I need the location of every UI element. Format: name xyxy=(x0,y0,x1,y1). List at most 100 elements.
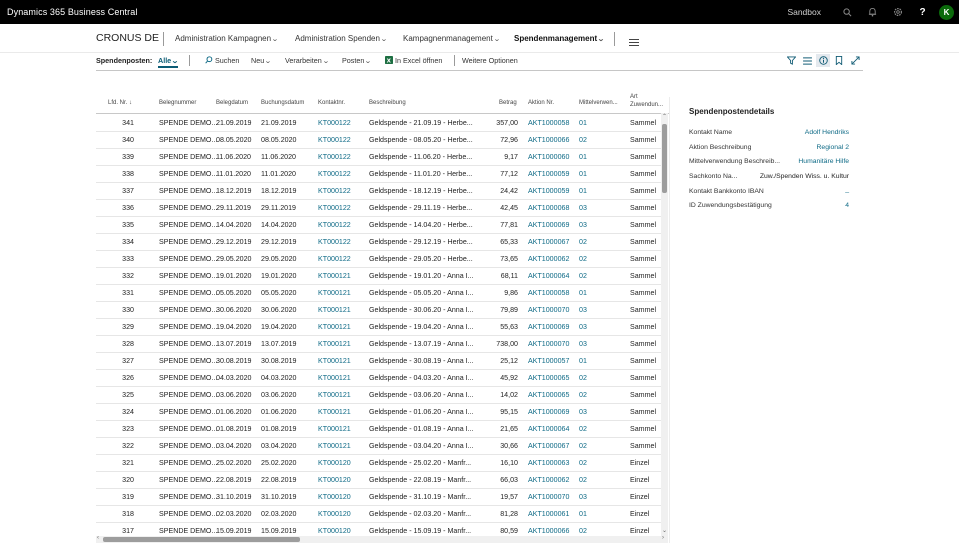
table-row[interactable]: 318 SPENDE DEMO... 02.03.2020 02.03.2020 KT0… xyxy=(96,506,662,523)
cell-kontaktnr[interactable]: KT000122 xyxy=(318,170,351,178)
cell-kontaktnr[interactable]: KT000120 xyxy=(318,459,351,467)
cell-aktion-nr[interactable]: AKT1000070 xyxy=(528,493,569,501)
process-button[interactable]: Verarbeiten⌄ xyxy=(285,56,330,65)
cell-aktion-nr[interactable]: AKT1000062 xyxy=(528,476,569,484)
entries-button[interactable]: Posten⌄ xyxy=(342,56,372,65)
table-row[interactable]: 339 SPENDE DEMO... 11.06.2020 11.06.2020 KT0… xyxy=(96,149,662,166)
cell-mittelverwendung[interactable]: 01 xyxy=(579,119,587,127)
vertical-scrollbar-thumb[interactable] xyxy=(662,124,667,193)
column-header-belegnummer[interactable]: Belegnummer xyxy=(159,100,196,106)
table-row[interactable]: 324 SPENDE DEMO... 01.06.2020 01.06.2020 KT0… xyxy=(96,404,662,421)
cell-mittelverwendung[interactable]: 03 xyxy=(579,204,587,212)
gear-icon[interactable] xyxy=(885,0,910,24)
cell-kontaktnr[interactable]: KT000121 xyxy=(318,306,351,314)
cell-mittelverwendung[interactable]: 03 xyxy=(579,493,587,501)
cell-aktion-nr[interactable]: AKT1000058 xyxy=(528,119,569,127)
cell-aktion-nr[interactable]: AKT1000067 xyxy=(528,238,569,246)
cell-kontaktnr[interactable]: KT000122 xyxy=(318,187,351,195)
cell-kontaktnr[interactable]: KT000121 xyxy=(318,408,351,416)
table-row[interactable]: 321 SPENDE DEMO... 25.02.2020 25.02.2020 KT0… xyxy=(96,455,662,472)
more-options-button[interactable]: Weitere Optionen xyxy=(462,56,518,65)
cell-aktion-nr[interactable]: AKT1000061 xyxy=(528,510,569,518)
cell-mittelverwendung[interactable]: 01 xyxy=(579,187,587,195)
table-row[interactable]: 331 SPENDE DEMO... 05.05.2020 05.05.2020 KT0… xyxy=(96,285,662,302)
factbox-value-id-zuwendungsbestaetigung[interactable]: 4 xyxy=(845,202,849,209)
search-icon[interactable] xyxy=(835,0,860,24)
cell-aktion-nr[interactable]: AKT1000064 xyxy=(528,425,569,433)
help-icon[interactable]: ? xyxy=(910,0,935,24)
cell-kontaktnr[interactable]: KT000122 xyxy=(318,255,351,263)
column-header-lfd-nr[interactable]: Lfd. Nr. ↓ xyxy=(108,100,132,106)
cell-aktion-nr[interactable]: AKT1000066 xyxy=(528,136,569,144)
cell-aktion-nr[interactable]: AKT1000058 xyxy=(528,289,569,297)
cell-aktion-nr[interactable]: AKT1000065 xyxy=(528,374,569,382)
cell-aktion-nr[interactable]: AKT1000062 xyxy=(528,255,569,263)
factbox-value-mittelverwendung[interactable]: Humanitäre Hilfe xyxy=(798,158,849,165)
table-row[interactable]: 341 SPENDE DEMO... 21.09.2019 21.09.2019 KT0… xyxy=(96,115,662,132)
column-header-kontaktnr[interactable]: Kontaktnr. xyxy=(318,100,345,106)
cell-kontaktnr[interactable]: KT000121 xyxy=(318,357,351,365)
cell-aktion-nr[interactable]: AKT1000057 xyxy=(528,357,569,365)
cell-mittelverwendung[interactable]: 02 xyxy=(579,442,587,450)
table-row[interactable]: 334 SPENDE DEMO... 29.12.2019 29.12.2019 KT0… xyxy=(96,234,662,251)
cell-aktion-nr[interactable]: AKT1000065 xyxy=(528,391,569,399)
cell-kontaktnr[interactable]: KT000120 xyxy=(318,493,351,501)
filter-icon[interactable] xyxy=(784,54,798,67)
cell-mittelverwendung[interactable]: 01 xyxy=(579,153,587,161)
cell-kontaktnr[interactable]: KT000121 xyxy=(318,374,351,382)
app-title[interactable]: Dynamics 365 Business Central xyxy=(0,7,137,17)
cell-mittelverwendung[interactable]: 02 xyxy=(579,476,587,484)
cell-mittelverwendung[interactable]: 01 xyxy=(579,170,587,178)
hamburger-menu-icon[interactable] xyxy=(629,34,639,46)
column-header-aktion-nr[interactable]: Aktion Nr. xyxy=(528,100,554,106)
table-row[interactable]: 336 SPENDE DEMO... 29.11.2019 29.11.2019 KT0… xyxy=(96,200,662,217)
table-row[interactable]: 322 SPENDE DEMO... 03.04.2020 03.04.2020 KT0… xyxy=(96,438,662,455)
table-row[interactable]: 335 SPENDE DEMO... 14.04.2020 14.04.2020 KT0… xyxy=(96,217,662,234)
scroll-left-icon[interactable]: ‹ xyxy=(97,535,99,541)
cell-mittelverwendung[interactable]: 02 xyxy=(579,272,587,280)
column-header-art-zuwendung[interactable]: Art Zuwendun... xyxy=(630,93,663,109)
cell-aktion-nr[interactable]: AKT1000067 xyxy=(528,442,569,450)
nav-item-administration-spenden[interactable]: Administration Spenden⌄ xyxy=(295,34,388,43)
nav-item-administration-kampagnen[interactable]: Administration Kampagnen⌄ xyxy=(175,34,279,43)
nav-item-spendenmanagement[interactable]: Spendenmanagement⌄ xyxy=(514,34,605,43)
cell-mittelverwendung[interactable]: 02 xyxy=(579,238,587,246)
cell-mittelverwendung[interactable]: 02 xyxy=(579,425,587,433)
table-row[interactable]: 338 SPENDE DEMO... 11.01.2020 11.01.2020 KT0… xyxy=(96,166,662,183)
cell-mittelverwendung[interactable]: 03 xyxy=(579,221,587,229)
table-row[interactable]: 333 SPENDE DEMO... 29.05.2020 29.05.2020 KT0… xyxy=(96,251,662,268)
cell-mittelverwendung[interactable]: 01 xyxy=(579,289,587,297)
table-row[interactable]: 328 SPENDE DEMO... 13.07.2019 13.07.2019 KT0… xyxy=(96,336,662,353)
column-header-beschreibung[interactable]: Beschreibung xyxy=(369,100,406,106)
column-header-mittelverwendung[interactable]: Mittelverwen... xyxy=(579,100,618,106)
cell-aktion-nr[interactable]: AKT1000064 xyxy=(528,272,569,280)
cell-kontaktnr[interactable]: KT000120 xyxy=(318,476,351,484)
cell-kontaktnr[interactable]: KT000121 xyxy=(318,340,351,348)
list-view-icon[interactable] xyxy=(800,54,814,67)
scroll-up-icon[interactable]: ⌃ xyxy=(662,113,667,120)
cell-kontaktnr[interactable]: KT000122 xyxy=(318,136,351,144)
table-row[interactable]: 337 SPENDE DEMO... 18.12.2019 18.12.2019 KT0… xyxy=(96,183,662,200)
search-button[interactable]: Suchen xyxy=(205,56,239,65)
cell-aktion-nr[interactable]: AKT1000059 xyxy=(528,187,569,195)
table-row[interactable]: 319 SPENDE DEMO... 31.10.2019 31.10.2019 KT0… xyxy=(96,489,662,506)
factbox-value-aktion-beschreibung[interactable]: Regional 2 xyxy=(817,144,850,151)
info-icon[interactable] xyxy=(816,54,830,67)
table-row[interactable]: 327 SPENDE DEMO... 30.08.2019 30.08.2019 KT0… xyxy=(96,353,662,370)
cell-mittelverwendung[interactable]: 02 xyxy=(579,136,587,144)
cell-kontaktnr[interactable]: KT000122 xyxy=(318,221,351,229)
cell-mittelverwendung[interactable]: 03 xyxy=(579,408,587,416)
cell-mittelverwendung[interactable]: 01 xyxy=(579,357,587,365)
horizontal-scrollbar-thumb[interactable] xyxy=(103,537,300,542)
nav-item-kampagnenmanagement[interactable]: Kampagnenmanagement⌄ xyxy=(403,34,501,43)
bell-icon[interactable] xyxy=(860,0,885,24)
cell-aktion-nr[interactable]: AKT1000070 xyxy=(528,340,569,348)
table-row[interactable]: 320 SPENDE DEMO... 22.08.2019 22.08.2019 KT0… xyxy=(96,472,662,489)
bookmark-icon[interactable] xyxy=(832,54,846,67)
cell-mittelverwendung[interactable]: 03 xyxy=(579,306,587,314)
table-row[interactable]: 330 SPENDE DEMO... 30.06.2020 30.06.2020 KT0… xyxy=(96,302,662,319)
cell-kontaktnr[interactable]: KT000122 xyxy=(318,204,351,212)
cell-aktion-nr[interactable]: AKT1000059 xyxy=(528,170,569,178)
avatar[interactable]: K xyxy=(939,4,954,20)
cell-mittelverwendung[interactable]: 01 xyxy=(579,510,587,518)
